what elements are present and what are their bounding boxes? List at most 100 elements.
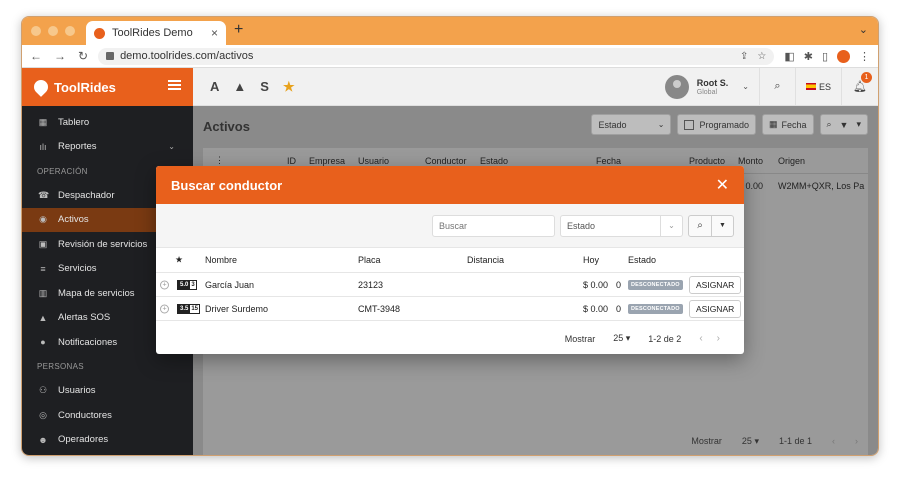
- translate-icon[interactable]: ◧: [784, 50, 794, 63]
- language-selector[interactable]: ES: [796, 68, 842, 105]
- review-count: 3: [190, 280, 196, 289]
- col-empresa: Empresa: [309, 155, 346, 166]
- sidebar-item-label: Tablero: [58, 116, 90, 128]
- prev-page-icon[interactable]: ‹: [832, 436, 835, 447]
- window-controls[interactable]: [31, 26, 75, 36]
- share-icon[interactable]: ⇪: [740, 51, 748, 62]
- radio-icon: ◉: [39, 214, 47, 225]
- tab-menu-chevron-icon[interactable]: ⌄: [859, 23, 868, 36]
- s-button[interactable]: S: [260, 79, 269, 94]
- phone-icon: ☎: [38, 189, 50, 200]
- buscar-conductor-dialog: Buscar conductor ✕ Estado ⌄ ⌕ ▼ ★ Nombre…: [156, 166, 744, 354]
- chevron-down-icon: ⌄: [657, 120, 665, 129]
- forward-icon[interactable]: →: [54, 49, 66, 63]
- col-placa: Placa: [358, 255, 381, 265]
- fecha-button[interactable]: ▦ Fecha: [761, 114, 814, 135]
- browser-menu-icon[interactable]: ⋮: [859, 50, 870, 63]
- search-filter-group[interactable]: ⌕ ▼ ▾: [819, 114, 868, 135]
- table-pagination: Mostrar 25 ▾ 1-1 de 1 ‹ ›: [691, 436, 858, 447]
- sidepanel-icon[interactable]: ▯: [822, 50, 828, 63]
- map-icon: ▥: [38, 287, 48, 298]
- sidebar-item-tablero[interactable]: ▦ Tablero: [22, 110, 193, 135]
- table-row[interactable]: + 3.5 15 Driver Surdemo CMT-3948 $ 0.00 0…: [156, 297, 744, 321]
- url-field[interactable]: demo.toolrides.com/activos ⇪ ☆: [98, 47, 775, 65]
- lock-icon: [106, 52, 115, 60]
- close-icon[interactable]: ✕: [716, 175, 729, 195]
- search-button-group: ⌕ ▼: [688, 214, 734, 237]
- search-options-caret-icon[interactable]: ▼: [711, 215, 733, 236]
- hamburger-menu-icon[interactable]: [168, 80, 181, 90]
- rows-per-page-label: Mostrar: [691, 436, 722, 446]
- avatar: [664, 74, 689, 99]
- filter-icon[interactable]: ▼: [840, 120, 849, 130]
- back-icon[interactable]: ←: [30, 49, 42, 63]
- assign-button[interactable]: ASIGNAR: [689, 276, 742, 294]
- search-icon[interactable]: ⌕: [760, 68, 796, 105]
- dialog-toolbar: Estado ⌄ ⌕ ▼: [156, 204, 744, 248]
- reload-icon[interactable]: ↻: [78, 49, 88, 63]
- rows-per-page-label: Mostrar: [564, 333, 596, 344]
- sidebar-item-label: Usuarios: [58, 385, 96, 397]
- notifications-bell-icon[interactable]: 🔔︎ 1: [842, 68, 878, 105]
- rows-per-page-value: 25: [741, 436, 752, 446]
- rows-per-page-select[interactable]: 25 ▾: [742, 436, 759, 447]
- dashboard-icon: ▦: [38, 116, 48, 127]
- programado-toggle[interactable]: Programado: [677, 114, 756, 135]
- chevron-down-icon: ⌄: [742, 82, 749, 91]
- font-size-button[interactable]: A: [210, 79, 219, 94]
- estado-filter-label: Estado: [598, 119, 627, 130]
- next-page-icon[interactable]: ›: [717, 333, 734, 344]
- expand-plus-icon[interactable]: +: [160, 304, 169, 313]
- next-page-icon[interactable]: ›: [855, 436, 858, 447]
- rows-per-page-value: 25: [613, 333, 624, 343]
- chevron-down-icon: ⌄: [660, 215, 682, 236]
- rating-value: 5.0: [178, 280, 191, 289]
- col-monto: Monto: [738, 155, 764, 166]
- extensions-icon[interactable]: ✱: [804, 50, 813, 63]
- more-icon[interactable]: ⋮: [215, 155, 224, 166]
- sidebar-item-conductores[interactable]: ◎ Conductores: [22, 403, 193, 428]
- user-name: Root S.: [696, 77, 729, 88]
- operator-icon: ☻: [38, 434, 48, 445]
- col-usuario: Usuario: [358, 155, 390, 166]
- sidebar-item-label: Operadores: [58, 434, 109, 446]
- driver-today-amount: $ 0.00: [583, 279, 609, 290]
- bookmark-star-icon[interactable]: ☆: [757, 51, 766, 62]
- col-conductor: Conductor: [425, 155, 467, 166]
- search-input[interactable]: [432, 214, 555, 237]
- estado-filter[interactable]: Estado ⌄: [591, 114, 672, 135]
- spain-flag-icon: [805, 83, 816, 90]
- chevron-down-icon: ⌄: [168, 142, 175, 152]
- col-distancia: Distancia: [467, 255, 505, 265]
- sidebar-item-operadores[interactable]: ☻ Operadores: [22, 428, 193, 453]
- checkbox[interactable]: [684, 119, 695, 130]
- review-icon: ▣: [38, 238, 48, 249]
- bell-icon: ●: [40, 337, 46, 348]
- caret-down-icon[interactable]: ▾: [856, 119, 861, 130]
- browser-tab[interactable]: ToolRides Demo ×: [86, 21, 226, 45]
- url-text: demo.toolrides.com/activos: [120, 50, 254, 62]
- estado-select[interactable]: Estado ⌄: [560, 214, 683, 237]
- search-icon[interactable]: ⌕: [827, 119, 832, 130]
- driver-name: Driver Surdemo: [205, 303, 269, 314]
- sidebar-item-label: Servicios: [58, 263, 97, 275]
- user-menu[interactable]: Root S. Global ⌄: [655, 68, 760, 105]
- list-icon: ≡: [40, 263, 46, 274]
- profile-icon[interactable]: [837, 49, 850, 63]
- top-header: A ▲ S ★ Root S. Global ⌄ ⌕ ES 🔔︎ 1: [193, 68, 878, 106]
- expand-plus-icon[interactable]: +: [160, 280, 169, 289]
- new-tab-button[interactable]: +: [234, 21, 243, 39]
- brand[interactable]: ToolRides: [22, 68, 193, 106]
- col-estado: Estado: [480, 155, 509, 166]
- sidebar-item-usuarios[interactable]: ⚇ Usuarios: [22, 379, 193, 404]
- alert-icon[interactable]: ▲: [233, 79, 246, 94]
- sidebar-item-reportes[interactable]: ılı Reportes ⌄: [22, 135, 193, 160]
- rows-per-page-select[interactable]: 25 ▾: [613, 333, 630, 344]
- favorite-star-icon[interactable]: ★: [283, 79, 295, 95]
- tab-close-icon[interactable]: ×: [211, 26, 218, 40]
- search-button[interactable]: ⌕: [689, 216, 711, 236]
- fecha-label: Fecha: [781, 119, 807, 130]
- table-row[interactable]: + 5.0 3 García Juan 23123 $ 0.00 0 DESCON…: [156, 273, 744, 297]
- assign-button[interactable]: ASIGNAR: [689, 300, 742, 318]
- prev-page-icon[interactable]: ‹: [699, 333, 716, 344]
